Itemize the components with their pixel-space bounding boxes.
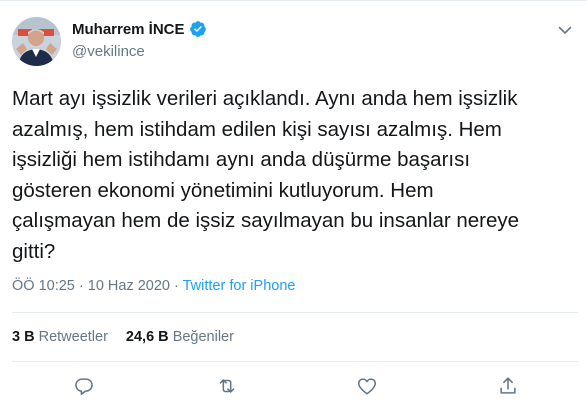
tweet-time[interactable]: ÖÖ 10:25 <box>12 278 75 294</box>
retweets-stat[interactable]: 3 B Retweetler <box>12 329 108 345</box>
tweet-text: Mart ayı işsizlik verileri açıklandı. Ay… <box>12 84 578 267</box>
tweet-actions <box>0 373 587 399</box>
verified-badge-icon <box>189 21 206 37</box>
tweet-stats: 3 B Retweetler 24,6 B Beğeniler <box>12 329 234 345</box>
share-icon[interactable] <box>497 375 519 397</box>
tweet-text-line: gitti? <box>12 239 56 263</box>
chevron-down-icon[interactable] <box>557 22 573 38</box>
retweets-count: 3 B <box>12 329 35 345</box>
tweet-meta: ÖÖ 10:25 · 10 Haz 2020 · Twitter for iPh… <box>12 278 295 294</box>
divider <box>12 361 578 362</box>
profile-photo-icon <box>12 17 61 66</box>
author-name[interactable]: Muharrem İNCE <box>72 20 207 38</box>
like-icon[interactable] <box>356 375 378 397</box>
tweet-text-line: işsizliği hem istihdamı aynı anda düşürm… <box>12 148 471 171</box>
reply-icon[interactable] <box>73 375 95 397</box>
likes-stat[interactable]: 24,6 B Beğeniler <box>126 329 234 345</box>
likes-label: Beğeniler <box>172 329 234 345</box>
retweets-label: Retweetler <box>38 329 108 345</box>
retweet-icon[interactable] <box>216 375 238 397</box>
tweet-text-line: azalmış, hem istihdam edilen kişi sayısı… <box>12 117 502 141</box>
tweet-text-line: çalışmayan hem de işsiz sayılmayan bu in… <box>12 209 520 232</box>
divider <box>12 312 578 313</box>
author-handle[interactable]: @vekilince <box>72 43 145 60</box>
tweet-card: Muharrem İNCE @vekilince Mart ayı işsizl… <box>0 0 587 410</box>
meta-separator: · <box>170 278 183 294</box>
tweet-text-line: Mart ayı işsizlik verileri açıklandı. Ay… <box>12 87 518 110</box>
author-name-text[interactable]: Muharrem İNCE <box>72 21 185 38</box>
likes-count: 24,6 B <box>125 329 169 345</box>
meta-separator: · <box>74 278 88 294</box>
tweet-text-line: gösteren ekonomi yönetimini kutluyorum. … <box>12 178 434 202</box>
avatar[interactable] <box>12 17 61 66</box>
tweet-date[interactable]: 10 Haz 2020 <box>88 278 170 294</box>
tweet-source-link[interactable]: Twitter for iPhone <box>183 278 296 294</box>
top-divider <box>0 0 587 1</box>
